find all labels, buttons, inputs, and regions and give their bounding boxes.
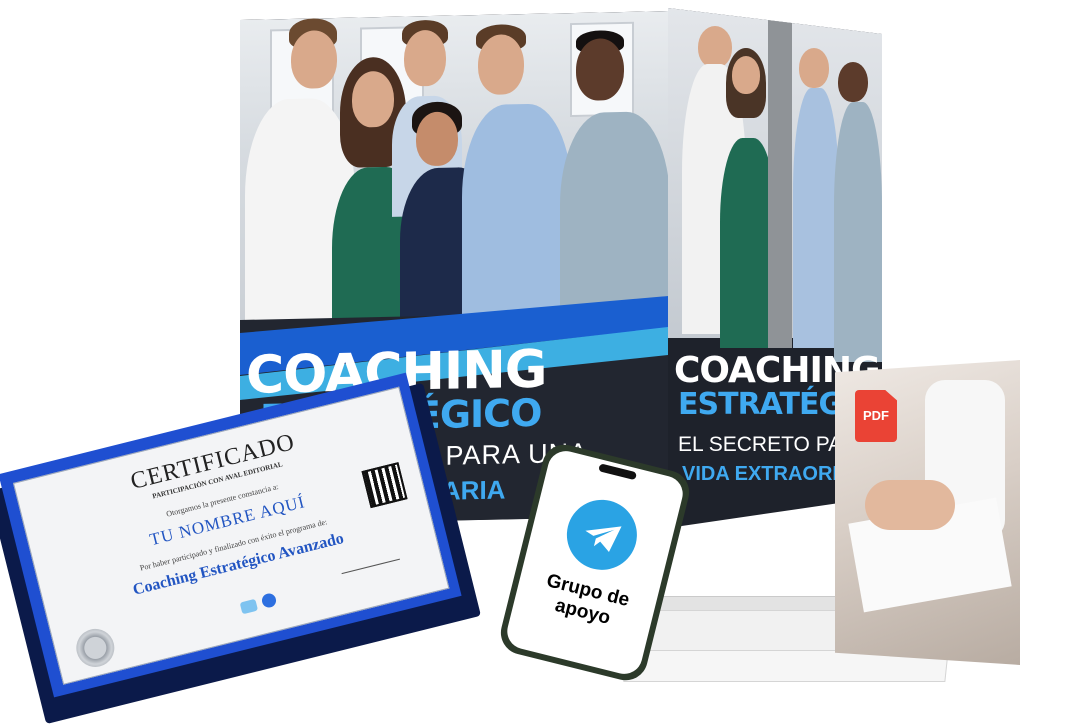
phone-notch <box>598 463 638 481</box>
pdf-label: PDF <box>863 408 889 423</box>
partner-logo-icon <box>260 592 278 609</box>
certificate-paper: CERTIFICADO PARTICIPACIÓN CON AVAL EDITO… <box>12 386 450 685</box>
pdf-icon: PDF <box>855 390 897 442</box>
seal-icon <box>72 624 119 671</box>
team-photo <box>240 11 668 369</box>
certificate: CERTIFICADO PARTICIPACIÓN CON AVAL EDITO… <box>0 372 481 724</box>
pdf-ebook-cover: PDF <box>835 360 1020 665</box>
paper-plane-icon <box>585 526 622 553</box>
certificate-frame: CERTIFICADO PARTICIPACIÓN CON AVAL EDITO… <box>0 372 462 698</box>
partner-logo-icon <box>239 598 259 615</box>
cover-photo-hand <box>865 480 955 530</box>
box-strap <box>768 8 792 348</box>
signature-line <box>337 543 401 575</box>
telegram-icon <box>559 492 645 578</box>
support-group-label: Grupo de apoyo <box>544 570 632 629</box>
